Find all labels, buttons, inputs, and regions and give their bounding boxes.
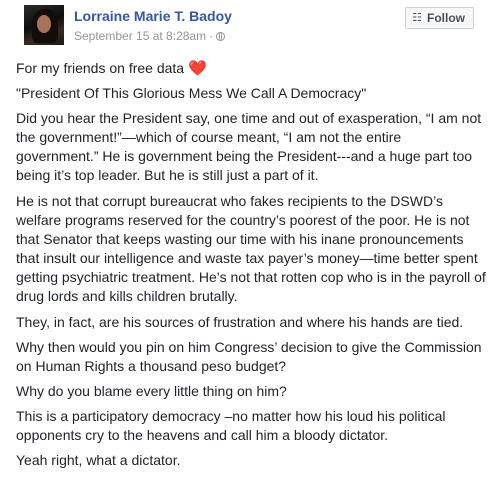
post-body: For my friends on free data ❤️ "Presiden… — [16, 59, 486, 476]
post-paragraph: He is not that corrupt bureaucrat who fa… — [16, 193, 486, 304]
post-paragraph: Why then would you pin on him Congress’ … — [16, 339, 482, 374]
follow-button-label: Follow — [427, 11, 465, 25]
heart-icon: ❤️ — [187, 60, 207, 77]
post-paragraph: This is a participatory democracy –no ma… — [16, 408, 446, 443]
author-name[interactable]: Lorraine Marie T. Badoy — [74, 8, 232, 24]
post-meta: September 15 at 8:28am · — [74, 29, 226, 43]
post-header: Lorraine Marie T. Badoy September 15 at … — [12, 0, 486, 52]
post-paragraph: Yeah right, what a dictator. — [16, 452, 181, 468]
avatar[interactable] — [24, 5, 64, 45]
globe-icon[interactable] — [216, 32, 226, 41]
post-paragraph: They, in fact, are his sources of frustr… — [16, 314, 464, 330]
facebook-post: Lorraine Marie T. Badoy September 15 at … — [0, 0, 498, 482]
follow-button[interactable]: ☷ Follow — [405, 7, 474, 29]
post-timestamp[interactable]: September 15 at 8:28am — [74, 29, 206, 43]
post-paragraph: Why do you blame every little thing on h… — [16, 383, 287, 399]
rss-icon: ☷ — [412, 11, 422, 24]
post-intro: For my friends on free data ❤️ — [16, 59, 486, 78]
post-paragraph: Did you hear the President say, one time… — [16, 110, 482, 183]
meta-separator: · — [209, 29, 214, 43]
post-intro-text: For my friends on free data — [16, 60, 185, 76]
post-title: "President Of This Glorious Mess We Call… — [16, 85, 367, 101]
avatar-face — [37, 15, 51, 33]
